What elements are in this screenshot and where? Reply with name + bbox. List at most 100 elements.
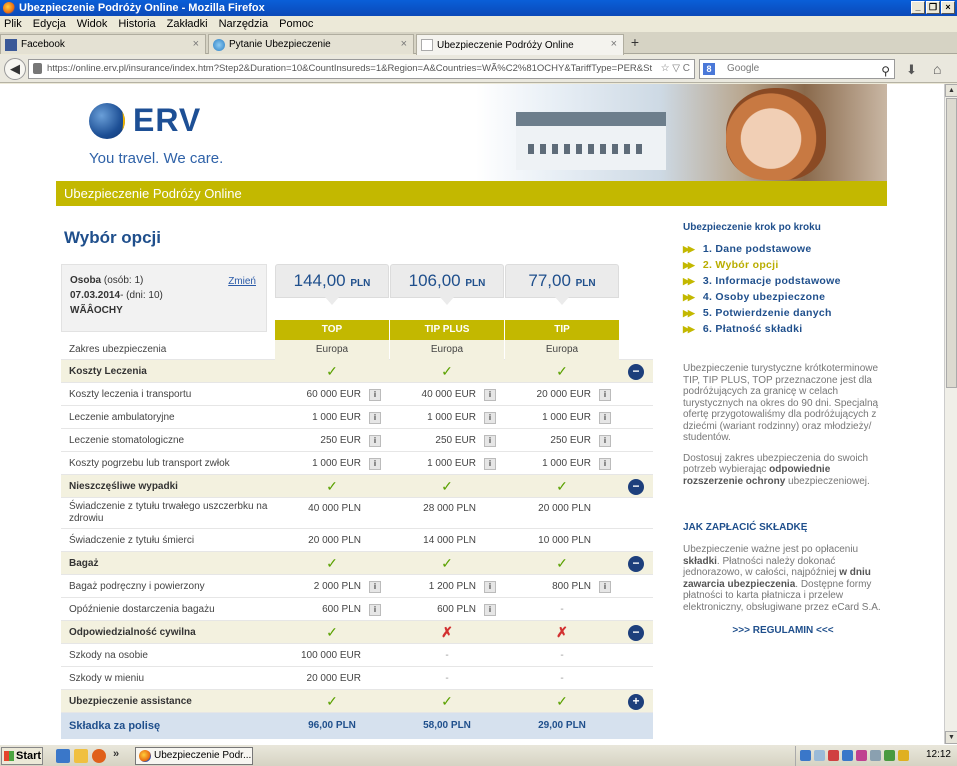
row-value-text: 2 000 PLN xyxy=(313,581,361,592)
search-icon[interactable]: ⚲ xyxy=(881,62,890,80)
plan-header-tip-plus[interactable]: TIP PLUS xyxy=(390,320,504,340)
scroll-up-icon[interactable]: ▲ xyxy=(945,84,957,97)
info-icon[interactable]: i xyxy=(484,411,496,424)
plan-header-tip[interactable]: TIP xyxy=(505,320,619,340)
info-icon[interactable]: i xyxy=(369,580,381,593)
search-placeholder: Google xyxy=(727,63,760,74)
menu-item-help[interactable]: Pomoc xyxy=(279,18,313,30)
search-input[interactable]: 8 Google ⚲ xyxy=(699,59,895,79)
row-value: 10 000 PLN xyxy=(538,535,591,546)
info-icon[interactable]: i xyxy=(599,411,611,424)
collapse-icon[interactable]: − xyxy=(628,363,644,380)
menu-item-file[interactable]: Plik xyxy=(4,18,22,30)
close-tab-icon[interactable]: × xyxy=(401,38,407,50)
close-tab-icon[interactable]: × xyxy=(193,38,199,50)
step-item[interactable]: ▶▶ 5. Potwierdzenie danych xyxy=(683,305,883,321)
info-icon[interactable]: i xyxy=(599,434,611,447)
tray-icon[interactable] xyxy=(828,750,839,761)
expand-icon[interactable]: + xyxy=(628,693,644,710)
restore-button[interactable]: ❐ xyxy=(926,1,940,14)
info-icon[interactable]: i xyxy=(484,388,496,401)
info-icon[interactable]: i xyxy=(484,434,496,447)
tray-icon[interactable] xyxy=(884,750,895,761)
price-top[interactable]: 144,00 PLN xyxy=(275,264,389,305)
url-bar[interactable]: https://online.erv.pl/insurance/index.ht… xyxy=(28,59,695,79)
tray-icon[interactable] xyxy=(898,750,909,761)
menu-item-edit[interactable]: Edycja xyxy=(33,18,66,30)
tab-facebook[interactable]: Facebook × xyxy=(0,34,206,54)
start-button[interactable]: Start xyxy=(1,747,43,765)
home-icon[interactable]: ⌂ xyxy=(933,61,941,77)
info-icon[interactable]: i xyxy=(484,603,496,616)
tray-icon[interactable] xyxy=(800,750,811,761)
quicklaunch-more-icon[interactable]: » xyxy=(113,748,119,760)
travel-days: - (dni: 10) xyxy=(120,290,163,301)
info-icon[interactable]: i xyxy=(484,457,496,470)
row-label: Leczenie stomatologiczne xyxy=(69,434,185,446)
collapse-icon[interactable]: − xyxy=(628,624,644,641)
step-item[interactable]: ▶▶ 6. Płatność składki xyxy=(683,321,883,337)
step-label: 2. Wybór opcji xyxy=(702,259,779,271)
info-icon[interactable]: i xyxy=(599,388,611,401)
info-icon[interactable]: i xyxy=(369,457,381,470)
plan-header-top[interactable]: TOP xyxy=(275,320,389,340)
scroll-down-icon[interactable]: ▼ xyxy=(945,731,957,744)
taskbar-firefox-button[interactable]: Ubezpieczenie Podr... xyxy=(135,747,253,765)
row-value: 1 200 PLN i xyxy=(390,575,504,598)
price-tip[interactable]: 77,00 PLN xyxy=(505,264,619,305)
bookmark-star-icon[interactable]: ☆ ▽ C xyxy=(657,60,690,78)
info-icon[interactable]: i xyxy=(599,580,611,593)
firefox-quicklaunch-icon[interactable] xyxy=(92,749,106,763)
vertical-scrollbar[interactable]: ▲ ▼ xyxy=(944,84,957,744)
row-label: Bagaż xyxy=(69,557,99,569)
step-label: 1. Dane podstawowe xyxy=(702,243,812,255)
folder-icon[interactable] xyxy=(74,749,88,763)
collapse-icon[interactable]: − xyxy=(628,555,644,572)
info-icon[interactable]: i xyxy=(369,603,381,616)
tray-icon[interactable] xyxy=(814,750,825,761)
ie-icon[interactable] xyxy=(56,749,70,763)
info-icon[interactable]: i xyxy=(369,388,381,401)
row-value-text: 1 000 EUR xyxy=(542,458,591,469)
step-item[interactable]: ▶▶ 3. Informacje podstawowe xyxy=(683,273,883,289)
minimize-button[interactable]: _ xyxy=(911,1,925,14)
new-tab-button[interactable]: + xyxy=(627,35,643,51)
erv-logo[interactable]: ERV xyxy=(89,102,201,139)
tab-pytanie[interactable]: Pytanie Ubezpieczenie × xyxy=(208,34,414,54)
info-icon[interactable]: i xyxy=(369,411,381,424)
menu-item-history[interactable]: Historia xyxy=(118,18,155,30)
download-icon[interactable]: ⬇ xyxy=(906,62,917,78)
tab-ubezpieczenie[interactable]: Ubezpieczenie Podróży Online × xyxy=(416,34,624,55)
volume-icon[interactable] xyxy=(870,750,881,761)
info-icon[interactable]: i xyxy=(599,457,611,470)
close-tab-icon[interactable]: × xyxy=(611,38,617,50)
back-button[interactable]: ◀ xyxy=(4,58,26,80)
menu-item-tools[interactable]: Narzędzia xyxy=(219,18,269,30)
info-icon[interactable]: i xyxy=(369,434,381,447)
change-link[interactable]: Zmień xyxy=(228,274,256,289)
info-icon[interactable]: i xyxy=(484,580,496,593)
row-label: Koszty pogrzebu lub transport zwłok xyxy=(69,457,230,469)
menu-item-view[interactable]: Widok xyxy=(77,18,108,30)
step-item[interactable]: ▶▶ 4. Osoby ubezpieczone xyxy=(683,289,883,305)
section-row: Bagaż ✓ ✓ ✓ − xyxy=(61,552,653,575)
step-item[interactable]: ▶▶ 1. Dane podstawowe xyxy=(683,241,883,257)
collapse-icon[interactable]: − xyxy=(628,478,644,495)
tab-label: Ubezpieczenie Podróży Online xyxy=(437,39,574,51)
page-title: Wybór opcji xyxy=(64,228,161,247)
table-row: Zakres ubezpieczenia Europa Europa Europa xyxy=(61,340,653,360)
scroll-thumb[interactable] xyxy=(946,98,957,388)
step-item[interactable]: ▶▶ 2. Wybór opcji xyxy=(683,257,883,273)
firefox-icon xyxy=(3,2,15,14)
google-icon[interactable]: 8 xyxy=(703,63,715,75)
tray-icon[interactable] xyxy=(842,750,853,761)
price-tip-plus[interactable]: 106,00 PLN xyxy=(390,264,504,305)
menu-item-bookmarks[interactable]: Zakładki xyxy=(167,18,208,30)
check-icon: ✓ xyxy=(326,693,338,709)
check-icon: ✓ xyxy=(441,363,453,379)
row-label: Ubezpieczenie assistance xyxy=(69,695,192,707)
row-value-text: 600 PLN xyxy=(322,604,361,615)
regulamin-link[interactable]: >>> REGULAMIN <<< xyxy=(683,625,883,636)
tray-icon[interactable] xyxy=(856,750,867,761)
close-window-button[interactable]: × xyxy=(941,1,955,14)
